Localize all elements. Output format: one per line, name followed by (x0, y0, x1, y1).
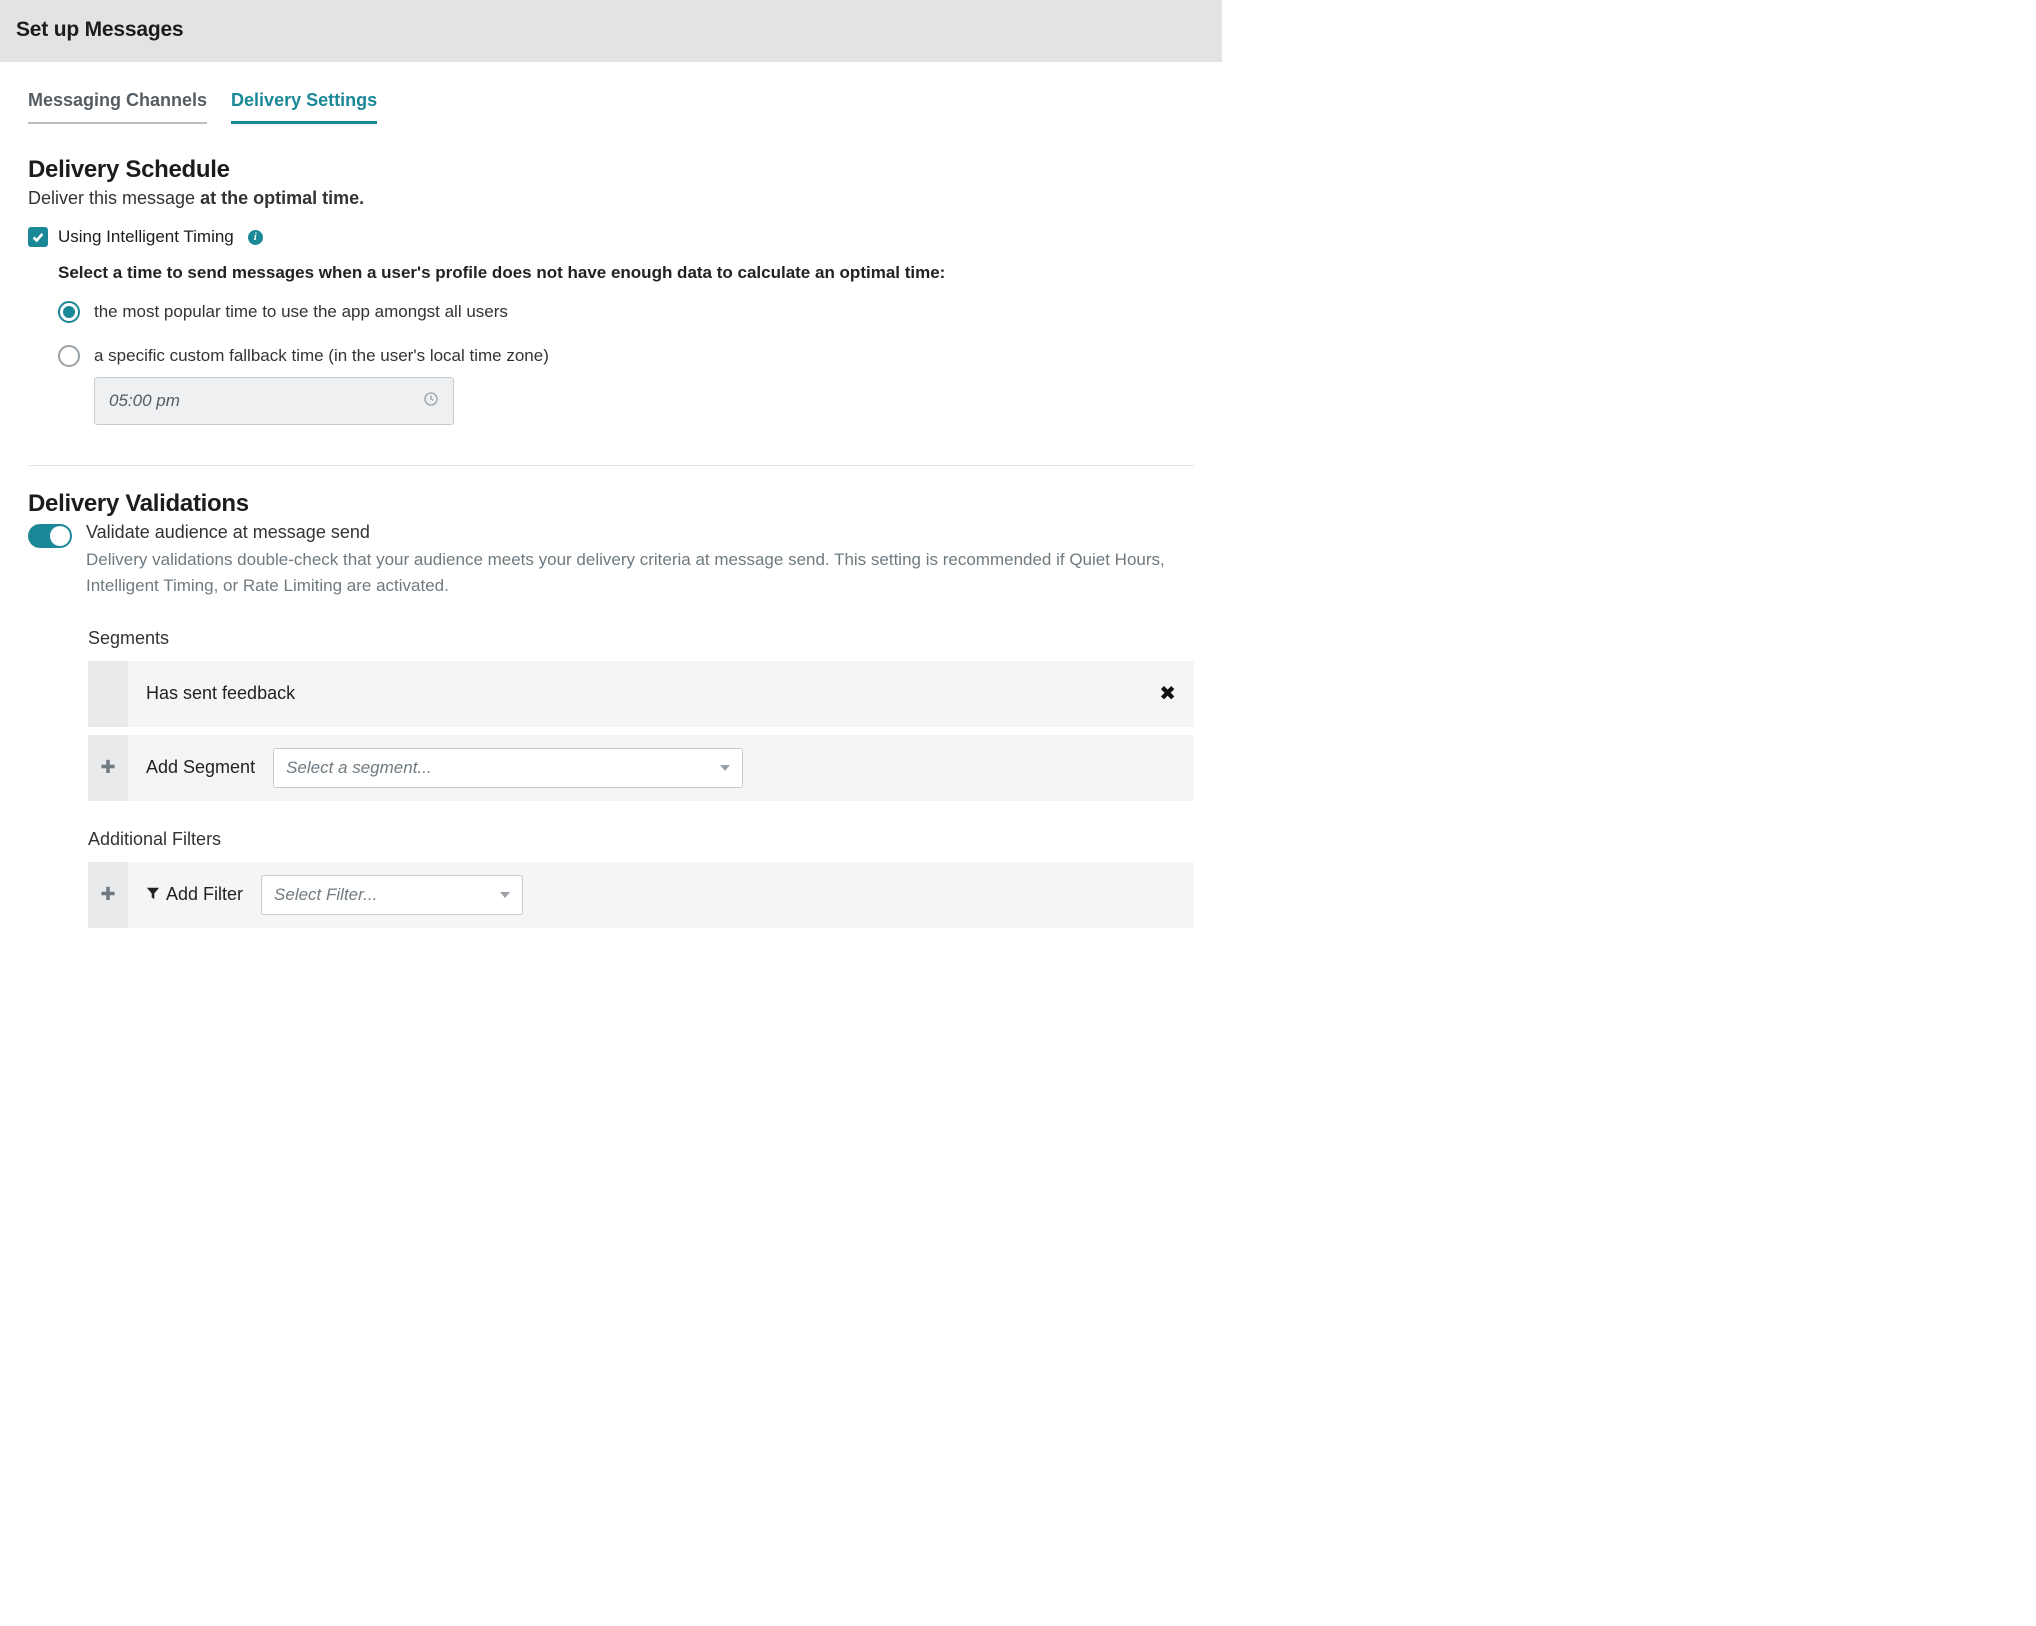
intelligent-timing-checkbox[interactable] (28, 227, 48, 247)
radio-popular-time-label: the most popular time to use the app amo… (94, 302, 508, 322)
delivery-validations-heading: Delivery Validations (28, 490, 1194, 518)
fallback-time-value: 05:00 pm (109, 391, 180, 411)
tabs: Messaging Channels Delivery Settings (28, 62, 1194, 124)
add-filter-text: Add Filter (166, 884, 243, 905)
tab-messaging-channels[interactable]: Messaging Channels (28, 90, 207, 124)
filter-select[interactable]: Select Filter... (261, 875, 523, 915)
segment-row-handle (88, 661, 128, 727)
info-icon[interactable]: i (248, 230, 263, 245)
segments-heading: Segments (28, 628, 1194, 649)
chevron-down-icon (500, 892, 510, 898)
add-segment-row: ✚ Add Segment Select a segment... (88, 735, 1194, 801)
radio-custom-time-input[interactable] (58, 345, 80, 367)
plus-icon: ✚ (100, 757, 115, 778)
fallback-prompt: Select a time to send messages when a us… (58, 263, 1194, 283)
funnel-icon (146, 884, 160, 905)
section-divider (28, 465, 1194, 466)
delivery-schedule-heading: Delivery Schedule (28, 156, 1194, 184)
page-title: Set up Messages (16, 18, 1206, 42)
radio-custom-time-label: a specific custom fallback time (in the … (94, 346, 549, 366)
clock-icon (423, 391, 439, 412)
delivery-schedule-subtitle: Deliver this message at the optimal time… (28, 188, 1194, 209)
chevron-down-icon (720, 765, 730, 771)
add-filter-row: ✚ Add Filter Select Filter... (88, 862, 1194, 928)
filter-select-placeholder: Select Filter... (274, 885, 377, 905)
validate-audience-toggle[interactable] (28, 524, 72, 548)
plus-icon: ✚ (100, 884, 115, 905)
segment-select[interactable]: Select a segment... (273, 748, 743, 788)
add-segment-plus-icon[interactable]: ✚ (88, 735, 128, 801)
check-icon (31, 230, 45, 244)
close-icon: ✖ (1159, 681, 1176, 706)
additional-filters-heading: Additional Filters (28, 829, 1194, 850)
tab-delivery-settings[interactable]: Delivery Settings (231, 90, 377, 124)
delivery-schedule-subtitle-prefix: Deliver this message (28, 188, 200, 208)
intelligent-timing-label: Using Intelligent Timing (58, 227, 234, 247)
fallback-time-input[interactable]: 05:00 pm (94, 377, 454, 425)
segment-row: Has sent feedback ✖ (88, 661, 1194, 727)
radio-custom-time[interactable]: a specific custom fallback time (in the … (58, 345, 1194, 367)
remove-segment-button[interactable]: ✖ (1141, 661, 1194, 727)
segment-select-placeholder: Select a segment... (286, 758, 432, 778)
page-header: Set up Messages (0, 0, 1222, 62)
delivery-schedule-subtitle-bold: at the optimal time. (200, 188, 364, 208)
add-filter-plus-icon[interactable]: ✚ (88, 862, 128, 928)
add-segment-label: Add Segment (146, 757, 255, 778)
validate-audience-description: Delivery validations double-check that y… (86, 547, 1194, 600)
intelligent-timing-row: Using Intelligent Timing i (28, 227, 1194, 247)
radio-popular-time[interactable]: the most popular time to use the app amo… (58, 301, 1194, 323)
add-filter-label: Add Filter (146, 884, 243, 905)
radio-popular-time-input[interactable] (58, 301, 80, 323)
segment-name: Has sent feedback (146, 683, 295, 704)
validate-audience-label: Validate audience at message send (86, 522, 1194, 543)
